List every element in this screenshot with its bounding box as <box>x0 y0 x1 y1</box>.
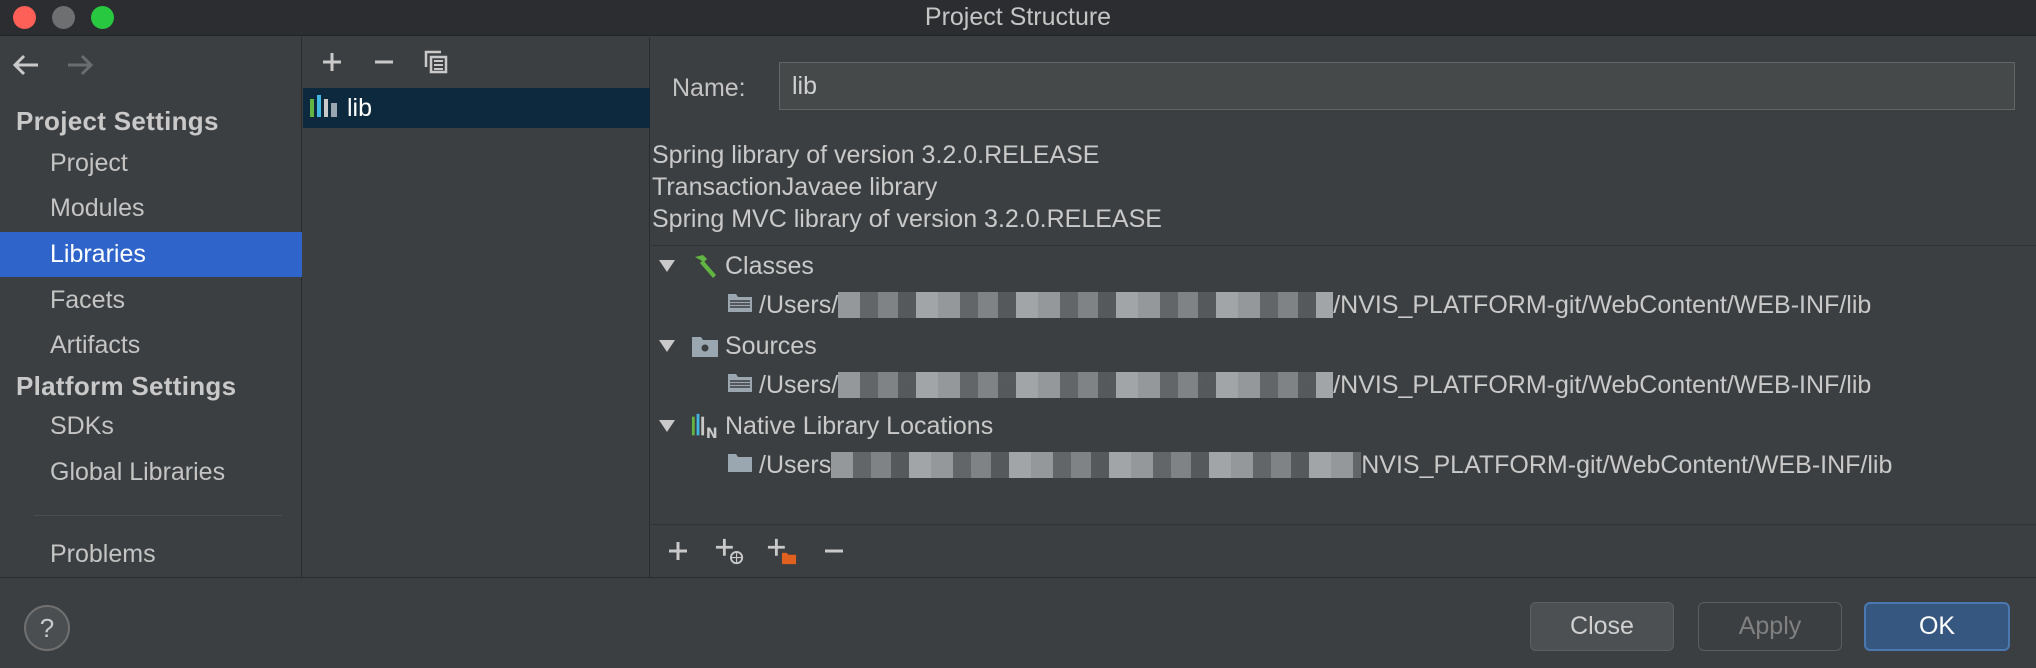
help-button[interactable]: ? <box>24 605 70 651</box>
native-library-icon: N <box>691 412 719 440</box>
tree-node-sources[interactable]: Sources <box>657 327 817 365</box>
description-line: TransactionJavaee library <box>652 173 938 201</box>
library-roots-toolbar <box>651 524 2036 577</box>
nav-item-project[interactable]: Project <box>0 141 302 186</box>
tree-node-label: Native Library Locations <box>725 411 994 440</box>
expand-triangle-icon[interactable] <box>657 256 677 276</box>
arrow-left-icon[interactable] <box>10 49 42 81</box>
ok-button[interactable]: OK <box>1864 602 2010 651</box>
add-folder-icon[interactable] <box>767 536 797 566</box>
library-list-pane: lib <box>303 37 650 577</box>
minus-icon[interactable] <box>369 47 399 77</box>
title-bar: Project Structure <box>0 0 2036 36</box>
library-roots-tree: Classes /Users/ /NVIS_PLATFORM-git/WebCo… <box>651 245 2036 525</box>
tree-path-row[interactable]: /Users/ /NVIS_PLATFORM-git/WebContent/WE… <box>727 286 1871 324</box>
name-label: Name: <box>672 74 746 102</box>
apply-button[interactable]: Apply <box>1698 602 1842 651</box>
jar-directory-icon <box>727 291 753 320</box>
tree-node-native-library-locations[interactable]: N Native Library Locations <box>657 407 993 445</box>
library-list-item[interactable]: lib <box>303 88 650 128</box>
redacted-path <box>838 372 1334 398</box>
arrow-right-icon[interactable] <box>64 49 96 81</box>
library-icon <box>309 93 339 124</box>
history-arrows <box>10 47 96 83</box>
nav-item-artifacts[interactable]: Artifacts <box>0 323 302 368</box>
expand-triangle-icon[interactable] <box>657 416 677 436</box>
description-line: Spring MVC library of version 3.2.0.RELE… <box>652 205 1162 233</box>
path-suffix: /NVIS_PLATFORM-git/WebContent/WEB-INF/li… <box>1333 290 1872 319</box>
plus-icon[interactable] <box>317 47 347 77</box>
description-line: Spring library of version 3.2.0.RELEASE <box>652 141 1100 169</box>
settings-nav: Project Settings Project Modules Librari… <box>0 37 302 577</box>
library-list-item-label: lib <box>347 93 373 122</box>
nav-item-libraries[interactable]: Libraries <box>0 232 302 277</box>
copy-icon[interactable] <box>421 47 451 77</box>
tree-node-label: Sources <box>725 331 817 360</box>
add-url-icon[interactable] <box>715 536 745 566</box>
library-name-input[interactable] <box>779 62 2015 110</box>
window-title: Project Structure <box>924 3 1112 31</box>
redacted-path <box>838 292 1334 318</box>
nav-item-modules[interactable]: Modules <box>0 186 302 231</box>
jar-directory-icon <box>727 371 753 400</box>
folder-icon <box>727 451 753 480</box>
plus-icon[interactable] <box>663 536 693 566</box>
minus-icon[interactable] <box>819 536 849 566</box>
nav-divider <box>34 515 282 516</box>
expand-triangle-icon[interactable] <box>657 336 677 356</box>
close-button[interactable]: Close <box>1530 602 1674 651</box>
path-prefix: /Users/ <box>759 290 839 319</box>
dialog-footer: ? Close Apply OK <box>0 577 2036 668</box>
library-list-toolbar <box>303 37 649 87</box>
svg-text:N: N <box>706 426 718 440</box>
nav-item-facets[interactable]: Facets <box>0 278 302 323</box>
source-folder-icon <box>691 332 719 360</box>
library-details-pane: Name: Spring library of version 3.2.0.RE… <box>651 37 2036 577</box>
tree-path-row[interactable]: /Users/ /NVIS_PLATFORM-git/WebContent/WE… <box>727 366 1871 404</box>
path-prefix: /Users <box>759 450 832 479</box>
tree-node-classes[interactable]: Classes <box>657 247 814 285</box>
tree-path-row[interactable]: /Users NVIS_PLATFORM-git/WebContent/WEB-… <box>727 446 1892 484</box>
path-suffix: /NVIS_PLATFORM-git/WebContent/WEB-INF/li… <box>1333 370 1872 399</box>
tree-node-label: Classes <box>725 251 814 280</box>
redacted-path <box>831 452 1362 478</box>
platform-settings-header: Platform Settings <box>16 371 237 401</box>
nav-item-global-libraries[interactable]: Global Libraries <box>0 450 302 495</box>
nav-item-problems[interactable]: Problems <box>0 532 302 577</box>
hammer-icon <box>691 252 719 280</box>
path-suffix: NVIS_PLATFORM-git/WebContent/WEB-INF/lib <box>1361 450 1893 479</box>
project-settings-header: Project Settings <box>16 106 219 136</box>
nav-item-sdks[interactable]: SDKs <box>0 404 302 449</box>
path-prefix: /Users/ <box>759 370 839 399</box>
